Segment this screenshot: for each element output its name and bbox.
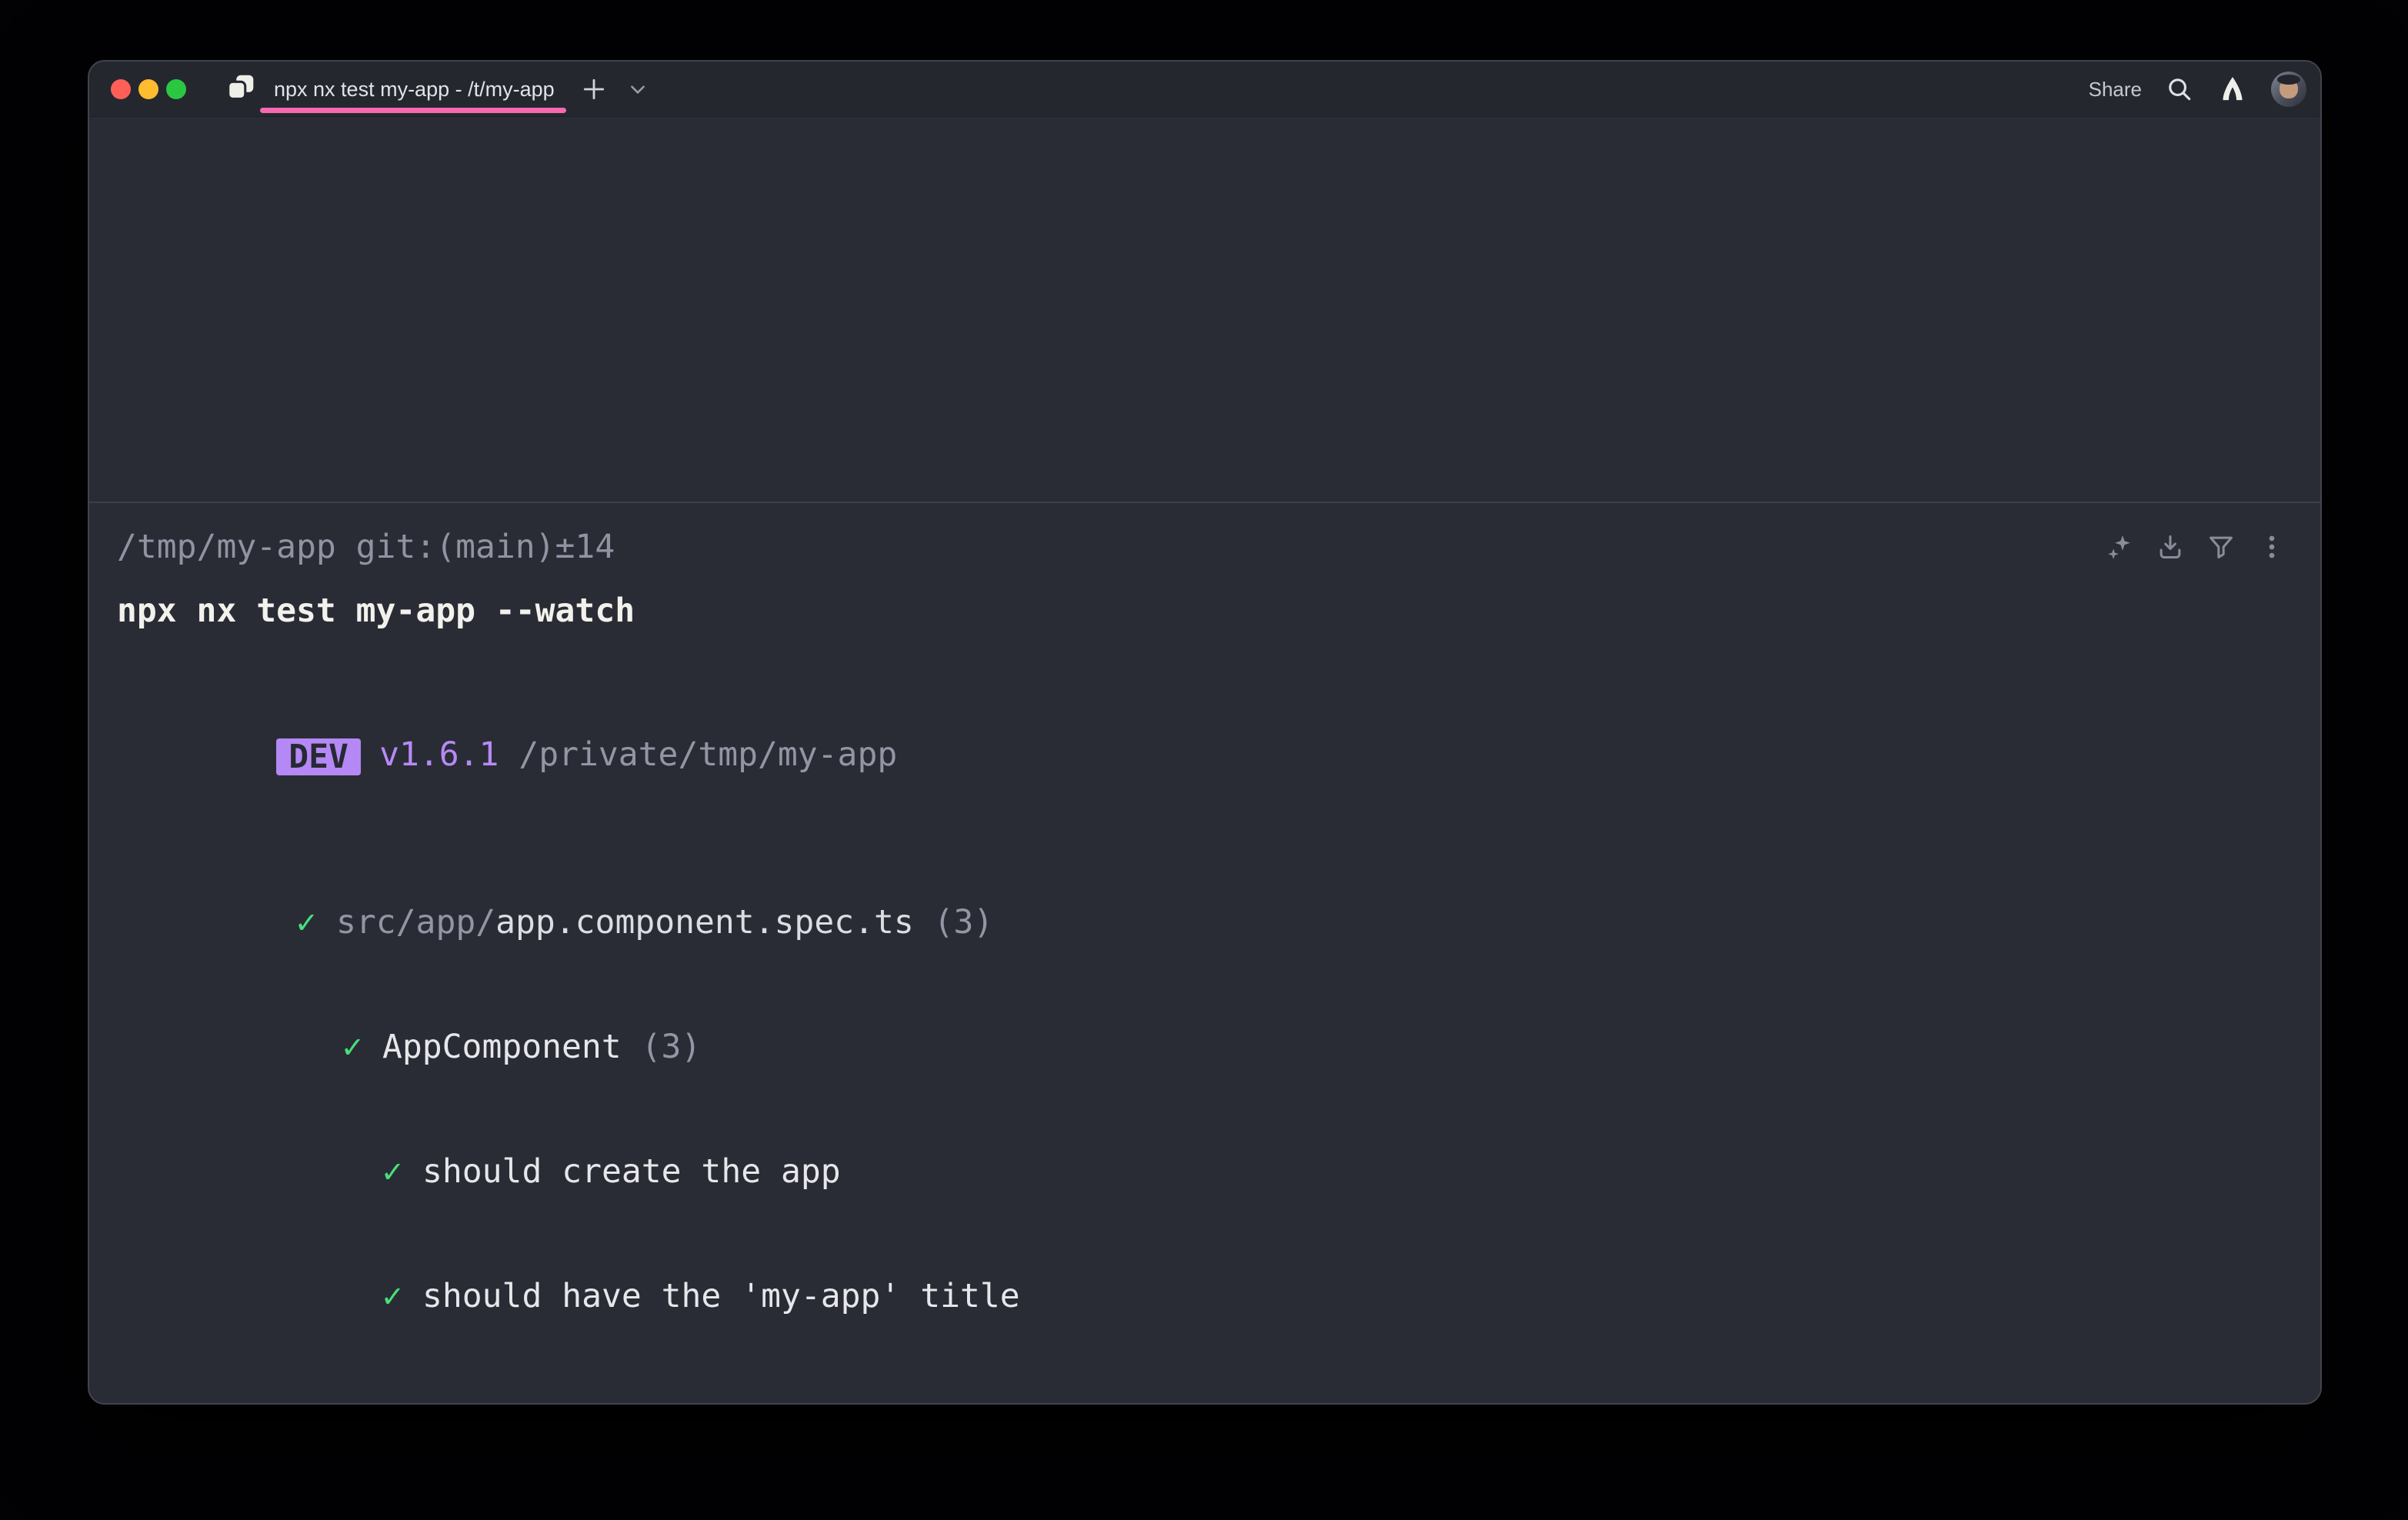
download-icon[interactable] [2156, 532, 2185, 562]
ai-sparkles-icon[interactable] [2105, 532, 2134, 562]
test-case-line: ✓should create the app [117, 1109, 2286, 1234]
command-block: /tmp/my-app git:(main)±14 [89, 503, 2320, 1405]
traffic-lights [111, 79, 186, 99]
user-avatar[interactable] [2271, 72, 2306, 107]
zoom-button[interactable] [166, 79, 186, 99]
title-bar: npx nx test my-app - /t/my-app Share [89, 62, 2320, 117]
test-case-line: ✓should render title [117, 1358, 2286, 1405]
new-tab-button[interactable] [579, 74, 609, 105]
project-path: /private/tmp/my-app [519, 735, 897, 774]
check-icon: ✓ [382, 1277, 402, 1315]
check-icon: ✓ [296, 903, 316, 942]
test-case-line: ✓should have the 'my-app' title [117, 1234, 2286, 1358]
share-button[interactable]: Share [2089, 78, 2142, 102]
active-tab-indicator [260, 108, 566, 113]
minimize-button[interactable] [138, 79, 158, 99]
dev-badge: DEV [276, 738, 361, 775]
tab-title: npx nx test my-app - /t/my-app [274, 78, 555, 102]
filter-icon[interactable] [2206, 532, 2236, 562]
check-icon: ✓ [382, 1152, 402, 1191]
terminal-window: npx nx test my-app - /t/my-app Share [88, 60, 2322, 1405]
command-line: npx nx test my-app --watch [117, 590, 2286, 632]
check-icon: ✓ [342, 1028, 362, 1066]
tab-pages-icon [223, 70, 258, 109]
tab-options-chevron-icon[interactable] [628, 79, 648, 99]
prompt-line: /tmp/my-app git:(main)±14 [117, 526, 615, 568]
test-suite-line: ✓AppComponent (3) [117, 985, 2286, 1109]
warp-logo-icon[interactable] [2217, 74, 2248, 105]
block-toolbar [2105, 532, 2286, 562]
terminal-content: /tmp/my-app git:(main)±14 [89, 117, 2320, 1403]
test-file-line: ✓src/app/app.component.spec.ts (3) [117, 860, 2286, 985]
search-icon[interactable] [2165, 75, 2194, 104]
more-options-icon[interactable] [2257, 532, 2286, 562]
scrollback-area [89, 117, 2320, 502]
close-button[interactable] [111, 79, 131, 99]
check-icon: ✓ [382, 1402, 402, 1405]
vite-dev-line: DEVv1.6.1 /private/tmp/my-app [117, 692, 2286, 817]
